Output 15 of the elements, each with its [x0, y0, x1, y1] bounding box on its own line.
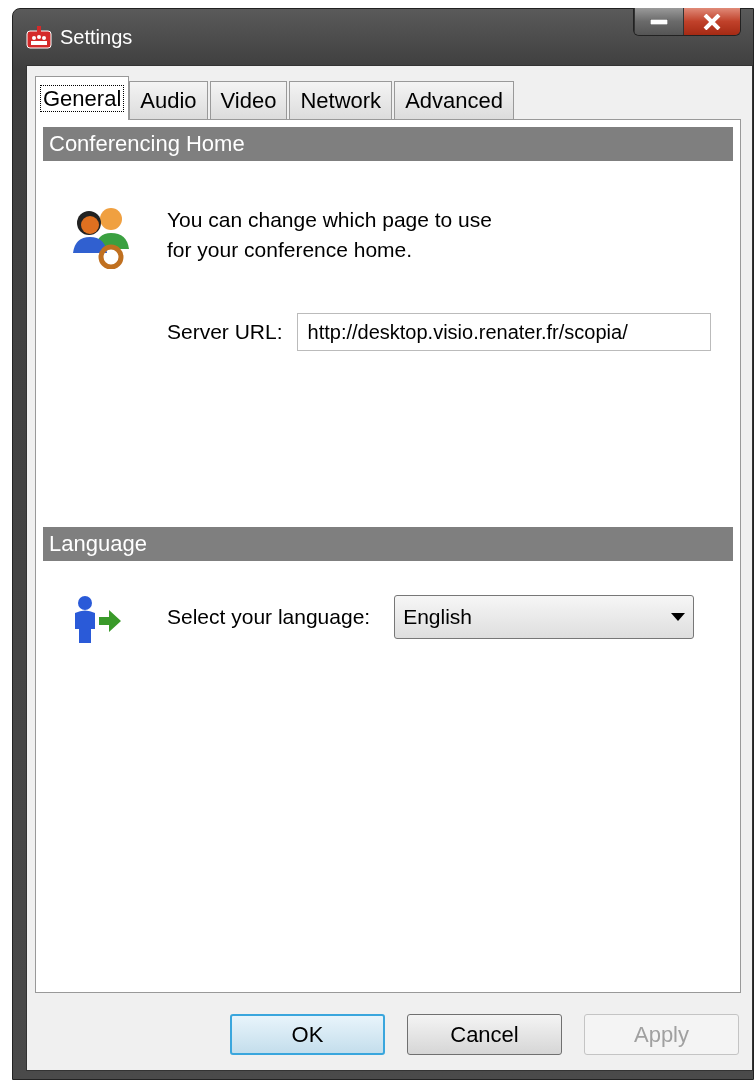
tab[interactable]: Network	[289, 81, 393, 119]
tab[interactable]: Advanced	[394, 81, 514, 119]
description-text: You can change which page to use for your conference home.	[167, 207, 493, 263]
url-field[interactable]: http://desktop.visio.renater.fr/scopia/	[296, 313, 711, 351]
tab[interactable]: Video	[209, 81, 288, 119]
field-label: Server URL:	[167, 320, 283, 344]
tab[interactable]: Audio	[129, 81, 208, 119]
dialog-button[interactable]: Cancel	[407, 1014, 562, 1055]
window-title: Settings	[60, 25, 133, 49]
section-header: Conferencing Home	[43, 127, 733, 161]
section-header: Language	[43, 527, 733, 561]
tab[interactable]: General	[35, 76, 130, 120]
field-label: Select your language:	[167, 605, 371, 629]
dialog-button[interactable]: OK	[230, 1014, 385, 1055]
language-dropdown[interactable]: English	[394, 595, 695, 639]
